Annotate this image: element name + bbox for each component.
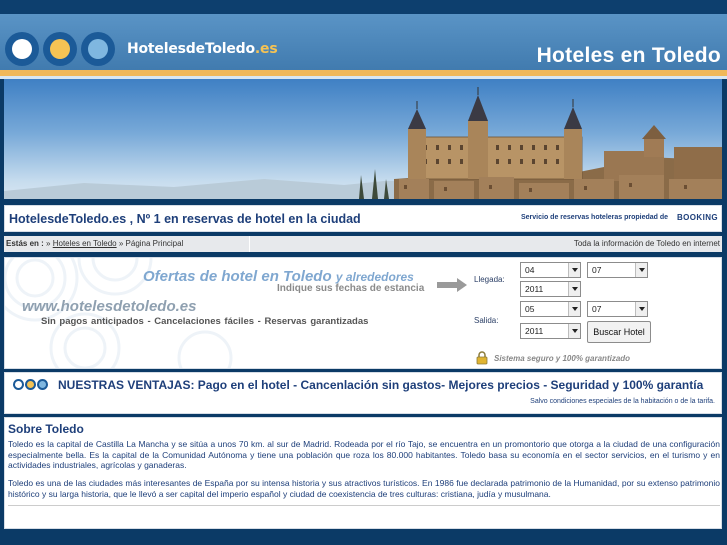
about-paragraph-2: Toledo es una de las ciudades más intere… [8, 478, 720, 499]
advantages-note: Salvo condiciones especiales de la habit… [530, 398, 715, 405]
checkin-year-select[interactable]: 2011 [520, 281, 581, 297]
logo-circle-yellow-icon [43, 32, 77, 66]
offer-subtitle: Indique sus fechas de estancia [277, 283, 425, 294]
checkout-month-select[interactable]: 07 [587, 301, 648, 317]
brand-name: HotelesdeToledo.es [127, 41, 278, 57]
breadcrumb-separator: » [46, 239, 51, 248]
section-heading: Sobre Toledo [8, 422, 84, 436]
advantages-bar: NUESTRAS VENTAJAS: Pago en el hotel - Ca… [4, 372, 722, 414]
search-hotel-button[interactable]: Buscar Hotel [587, 321, 651, 343]
about-paragraph-1: Toledo es la capital de Castilla La Manc… [8, 439, 720, 470]
chevron-down-icon [568, 324, 580, 338]
chevron-down-icon [568, 302, 580, 316]
service-note: Servicio de reservas hoteleras propiedad… [521, 214, 669, 221]
breadcrumb-divider [249, 236, 250, 252]
chevron-down-icon [635, 302, 647, 316]
chevron-down-icon [635, 263, 647, 277]
lock-icon [476, 351, 488, 365]
mini-logo-icon [13, 379, 49, 390]
checkin-month-select[interactable]: 07 [587, 262, 648, 278]
secure-system-note: Sistema seguro y 100% garantizado [494, 354, 631, 363]
logo-circle-blue-icon [81, 32, 115, 66]
chevron-down-icon [568, 263, 580, 277]
breadcrumb-separator: » [118, 239, 124, 248]
booking-logo[interactable]: BOOKING [677, 213, 718, 222]
checkout-label: Salida: [474, 316, 499, 325]
tagline-bar: HotelesdeToledo.es , Nº 1 en reservas de… [4, 205, 722, 232]
breadcrumb-current: Página Principal [125, 239, 184, 248]
breadcrumb: Estás en : » Hoteles en Toledo » Página … [4, 236, 722, 252]
toledo-alcazar-banner-image [4, 79, 722, 199]
advantages-title: NUESTRAS VENTAJAS: Pago en el hotel - Ca… [58, 378, 704, 392]
about-toledo-section: Sobre Toledo Toledo es la capital de Cas… [4, 417, 722, 529]
checkout-year-select[interactable]: 2011 [520, 323, 581, 339]
site-header: HotelesdeToledo.es Hoteles en Toledo [0, 14, 727, 74]
top-strip [0, 0, 727, 14]
hotel-search-box: Ofertas de hotel en Toledo y alrededores… [4, 257, 722, 369]
site-logo[interactable]: HotelesdeToledo.es [5, 32, 278, 66]
mini-circle-white-icon [13, 379, 24, 390]
checkin-label: Llegada: [474, 275, 505, 284]
mini-circle-yellow-icon [25, 379, 36, 390]
mini-circle-blue-icon [37, 379, 48, 390]
logo-circle-white-icon [5, 32, 39, 66]
page-title: Hoteles en Toledo [536, 44, 721, 67]
tagline-title: HotelesdeToledo.es , Nº 1 en reservas de… [9, 212, 361, 226]
site-url: www.hotelesdetoledo.es [22, 298, 197, 315]
section-divider [8, 505, 720, 506]
perks-text: Sin pagos anticipados - Cancelaciones fá… [41, 316, 369, 327]
breadcrumb-tagline: Toda la información de Toledo en interne… [573, 239, 720, 248]
arrow-right-icon [437, 278, 467, 292]
breadcrumb-label: Estás en : [6, 239, 44, 248]
checkout-day-select[interactable]: 05 [520, 301, 581, 317]
chevron-down-icon [568, 282, 580, 296]
checkin-day-select[interactable]: 04 [520, 262, 581, 278]
breadcrumb-link-hoteles[interactable]: Hoteles en Toledo [53, 239, 117, 248]
